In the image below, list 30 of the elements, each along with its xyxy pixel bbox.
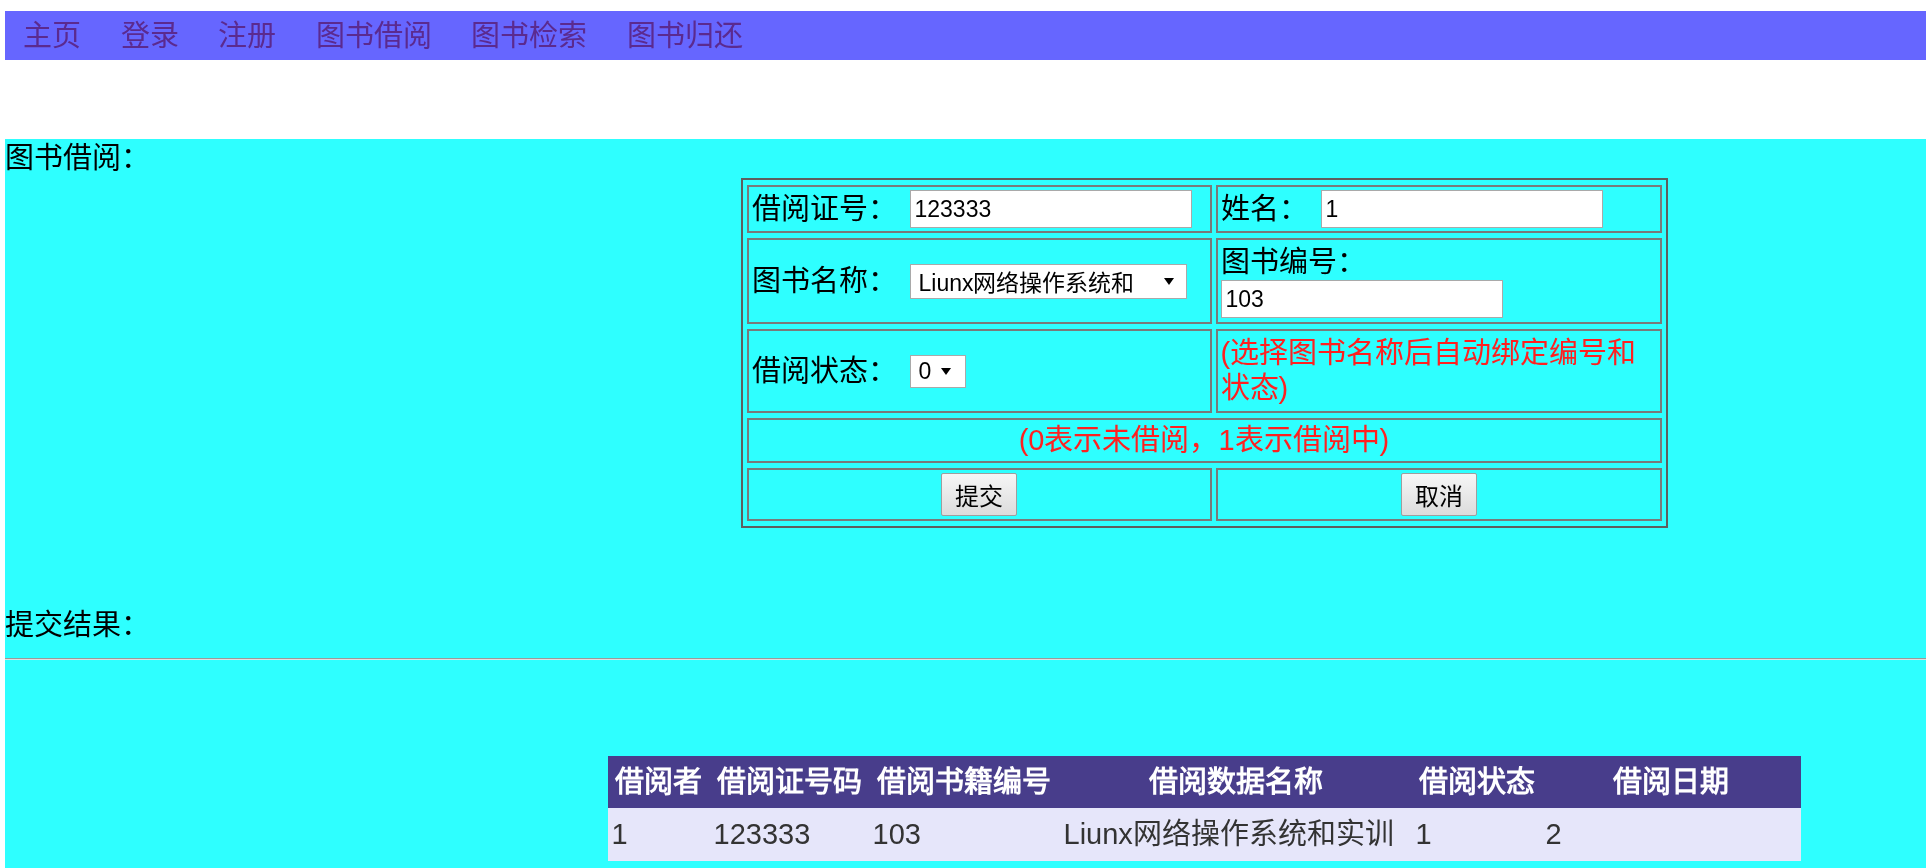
section-title: 提交结果： [5,608,150,643]
column-header: 借阅日期 [1541,756,1801,808]
hint-text: (0表示未借阅，1表示借阅中) [1018,423,1390,458]
table-cell: Liunx网络操作系统和实训 [1059,808,1412,861]
cancel-button[interactable]: 取消 [1400,473,1477,516]
field-label: 图书名称： [751,264,897,299]
section-title: 图书借阅： [5,141,150,176]
field-label: 借阅证号： [751,192,897,227]
column-header: 借阅数据名称 [1059,756,1412,808]
status-dropdown[interactable]: 0 [909,354,966,388]
name-field[interactable]: 1 [1320,190,1603,228]
field-label: 借阅状态： [751,354,897,389]
caret-icon [940,367,951,375]
table-cell: 1 [607,808,710,861]
field-label: 图书编号： [1220,245,1366,280]
card-number-field[interactable]: 123333 [909,190,1192,228]
column-header: 借阅者 [607,756,710,808]
table-cell: 103 [868,808,1060,861]
caret-icon [1163,277,1174,285]
field-label: 姓名： [1220,192,1308,227]
hint-text: (选择图书名称后自动绑定编号和状态) [1220,336,1638,406]
book-number-field[interactable]: 103 [1220,280,1503,318]
table-cell: 123333 [709,808,869,861]
table-cell: 1 [1411,808,1542,861]
submit-button[interactable]: 提交 [941,473,1017,516]
column-header: 借阅证号码 [709,756,869,808]
column-header: 借阅书籍编号 [868,756,1060,808]
column-header: 借阅状态 [1411,756,1542,808]
book-name-dropdown[interactable]: Liunx网络操作系统和 [909,263,1187,299]
table-cell: 2 [1541,808,1801,861]
